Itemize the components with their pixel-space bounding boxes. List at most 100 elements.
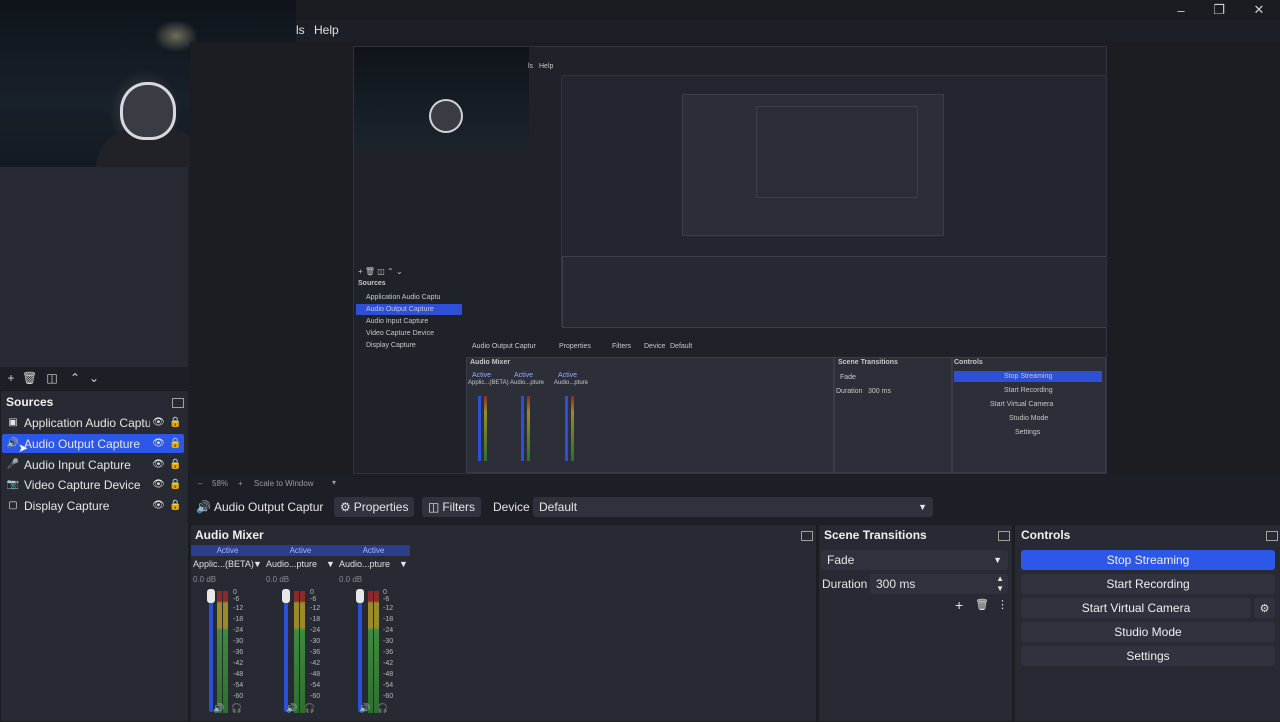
- stop-streaming-button[interactable]: Stop Streaming: [1021, 550, 1275, 570]
- mouse-cursor-icon: ➤: [18, 441, 29, 455]
- more-options-icon[interactable]: ⋮: [997, 598, 1008, 611]
- volume-track[interactable]: [209, 592, 213, 712]
- nested-mixer-status-2: Active: [514, 372, 534, 379]
- scale-tick: 0: [310, 589, 314, 596]
- menu-help[interactable]: Help: [314, 23, 339, 37]
- volume-slider-knob[interactable]: [207, 589, 215, 603]
- scale-tick: -60: [383, 693, 394, 700]
- monitor-icon[interactable]: 🎧: [377, 703, 388, 714]
- channel-name: Applic...(BETA): [193, 559, 254, 569]
- monitor-icon[interactable]: 🎧: [304, 703, 315, 714]
- properties-button[interactable]: ⚙ Properties: [334, 497, 415, 517]
- scale-tick: -24: [233, 627, 244, 634]
- scale-tick: -42: [383, 660, 394, 667]
- source-properties-icon[interactable]: ◫: [45, 371, 59, 385]
- scale-tick: -30: [383, 638, 394, 645]
- visibility-eye-icon[interactable]: 👁: [150, 417, 167, 428]
- scale-tick: -12: [233, 605, 244, 612]
- nested-person: [429, 99, 463, 133]
- nested-start-recording: Start Recording: [1004, 387, 1053, 394]
- scale-tick: -12: [310, 605, 321, 612]
- undock-icon[interactable]: [172, 398, 184, 408]
- move-down-icon[interactable]: ⌄: [87, 371, 101, 385]
- nested-webcam: [354, 47, 529, 147]
- volume-slider-knob[interactable]: [356, 589, 364, 603]
- channel-db: 0.0 dB: [339, 575, 363, 584]
- scale-tick: -42: [233, 660, 244, 667]
- context-source-name: Audio Output Captur: [214, 500, 324, 514]
- studio-mode-button[interactable]: Studio Mode: [1021, 622, 1275, 642]
- nested-menu-tools: ls: [528, 63, 534, 70]
- source-label: Video Capture Device: [24, 477, 141, 492]
- lock-icon[interactable]: 🔒: [167, 500, 184, 511]
- source-item-display-capture[interactable]: ▢ Display Capture 👁 🔒: [2, 496, 184, 515]
- minimize-icon[interactable]: –: [1162, 0, 1200, 20]
- scenes-list[interactable]: [0, 167, 188, 367]
- spin-arrows-icon[interactable]: ▲ ▼: [996, 574, 1004, 594]
- move-up-icon[interactable]: ⌃: [68, 371, 82, 385]
- start-recording-button[interactable]: Start Recording: [1021, 574, 1275, 594]
- undock-icon[interactable]: [801, 531, 813, 541]
- visibility-eye-icon[interactable]: 👁: [150, 438, 167, 449]
- transition-select[interactable]: Fade ▼: [821, 550, 1008, 570]
- filters-button[interactable]: ◫ Filters: [422, 497, 482, 517]
- undock-icon[interactable]: [998, 531, 1010, 541]
- zoom-out-icon[interactable]: –: [198, 479, 202, 488]
- lock-icon[interactable]: 🔒: [167, 479, 184, 490]
- nested-source-2: Audio Output Capture: [366, 306, 434, 313]
- undock-icon[interactable]: [1266, 531, 1278, 541]
- volume-track[interactable]: [284, 592, 288, 712]
- lock-icon[interactable]: 🔒: [167, 417, 184, 428]
- visibility-eye-icon[interactable]: 👁: [150, 500, 167, 511]
- nested-mixer-name-2: Audio...pture: [510, 380, 545, 386]
- restore-icon[interactable]: ❐: [1200, 0, 1238, 20]
- channel-menu-icon[interactable]: ▼: [326, 559, 335, 569]
- scale-dropdown-icon[interactable]: ▾: [332, 478, 336, 487]
- chevron-down-icon: ▼: [918, 502, 927, 512]
- lock-icon[interactable]: 🔒: [167, 459, 184, 470]
- scale-tick: -12: [383, 605, 394, 612]
- scale-mode[interactable]: Scale to Window: [254, 479, 314, 488]
- monitor-icon[interactable]: 🎧: [231, 703, 242, 714]
- volume-track[interactable]: [358, 592, 362, 712]
- close-icon[interactable]: ✕: [1240, 0, 1278, 20]
- scale-tick: -24: [383, 627, 394, 634]
- channel-menu-icon[interactable]: ▼: [399, 559, 408, 569]
- mixer-channel-1: Active Applic...(BETA) ▼ 0.0 dB 0 -6 -12…: [191, 545, 264, 715]
- scale-tick: -42: [310, 660, 321, 667]
- source-item-audio-output[interactable]: 🔊 Audio Output Capture 👁 🔒: [2, 434, 184, 453]
- channel-menu-icon[interactable]: ▼: [253, 559, 262, 569]
- nested-sources-title: Sources: [358, 280, 386, 287]
- transition-value: Fade: [827, 553, 855, 567]
- nested-filters: Filters: [612, 343, 632, 350]
- visibility-eye-icon[interactable]: 👁: [150, 479, 167, 490]
- menu-tools[interactable]: ls: [296, 23, 305, 37]
- source-label: Audio Input Capture: [24, 457, 131, 472]
- mute-icon[interactable]: 🔊: [359, 703, 370, 714]
- virtual-camera-settings-gear-icon[interactable]: ⚙: [1254, 598, 1275, 618]
- scale-tick: -24: [310, 627, 321, 634]
- source-item-audio-input[interactable]: 🎤 Audio Input Capture 👁 🔒: [2, 455, 184, 474]
- nested-mixer-status-3: Active: [558, 372, 578, 379]
- zoom-in-icon[interactable]: +: [238, 479, 243, 488]
- scale-tick: 0: [233, 589, 237, 596]
- settings-button[interactable]: Settings: [1021, 646, 1275, 666]
- audio-mixer-title: Audio Mixer: [195, 528, 264, 542]
- mute-icon[interactable]: 🔊: [286, 703, 297, 714]
- visibility-eye-icon[interactable]: 👁: [150, 459, 167, 470]
- volume-slider-knob[interactable]: [282, 589, 290, 603]
- nested-mixer-title: Audio Mixer: [470, 359, 511, 366]
- mute-icon[interactable]: 🔊: [213, 703, 224, 714]
- source-item-application-audio[interactable]: ▣ Application Audio Captu 👁 🔒: [2, 413, 184, 432]
- start-virtual-camera-button[interactable]: Start Virtual Camera: [1021, 598, 1251, 618]
- lock-icon[interactable]: 🔒: [167, 438, 184, 449]
- remove-source-icon[interactable]: 🗑: [22, 371, 37, 385]
- nested-fader-2: [521, 396, 524, 461]
- add-transition-icon[interactable]: +: [955, 597, 963, 613]
- add-source-icon[interactable]: +: [4, 371, 18, 385]
- device-select[interactable]: Default ▼: [533, 497, 933, 517]
- remove-transition-icon[interactable]: 🗑: [975, 598, 989, 611]
- mixer-channel-3: Active Audio...pture ▼ 0.0 dB 0 -6 -12 -…: [337, 545, 410, 715]
- duration-spinbox[interactable]: 300 ms ▲ ▼: [870, 574, 1008, 594]
- source-item-video-capture[interactable]: 📷 Video Capture Device 👁 🔒: [2, 475, 184, 494]
